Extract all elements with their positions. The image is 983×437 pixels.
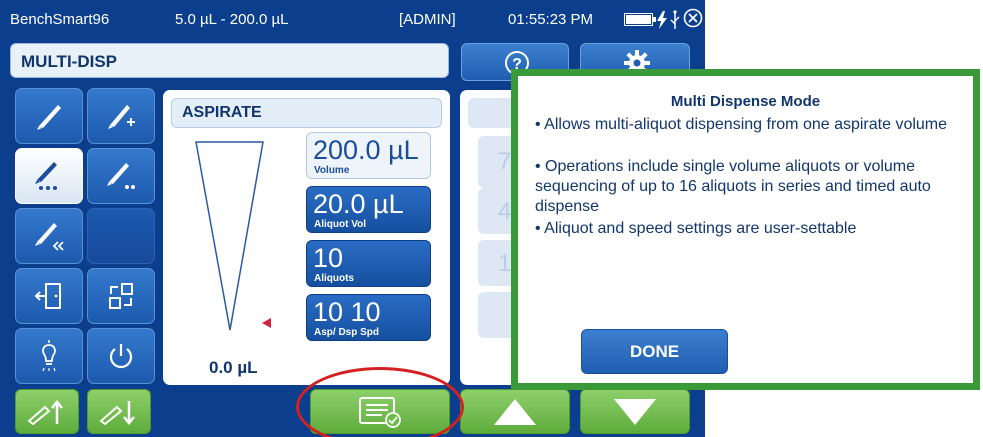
aspirate-title: ASPIRATE [182,104,262,121]
aliquot-vol-label: Aliquot Vol [314,219,367,230]
exit-door-icon [34,283,61,309]
aspirate-panel: ASPIRATE 0.0 µL 200.0 µL Volume 20.0 µL … [163,90,450,385]
aspirate-panel-header: ASPIRATE [171,98,442,128]
dialog-bullet-3: • Aliquot and speed settings are user-se… [535,220,857,237]
current-volume: 0.0 µL [209,358,258,377]
level-pointer-icon [262,318,271,328]
mode-title-bar: MULTI-DISP [10,43,449,78]
scroll-up-button[interactable] [460,389,570,434]
mode-title: MULTI-DISP [21,52,118,71]
user-role: [ADMIN] [399,11,456,28]
mode-button-reverse[interactable] [15,208,83,264]
tip-up-button[interactable] [15,389,79,434]
dialog-bullet-1: • Allows multi-aliquot dispensing from o… [535,116,948,133]
volume-level-gauge [195,141,264,331]
light-bulb-icon [42,340,56,372]
device-name: BenchSmart96 [10,11,110,28]
mode-button-pipette-plus[interactable] [87,88,155,144]
pipette-dilute-icon [107,163,135,189]
done-button[interactable]: DONE [581,329,728,374]
mode-button-dilute[interactable] [87,148,155,204]
volume-label: Volume [314,165,350,176]
tip-down-icon [99,400,135,425]
speed-label: Asp/ Dsp Spd [314,327,380,338]
pipette-multi-dispense-icon [35,162,57,190]
usb-icon [670,10,680,29]
program-transfer-button[interactable] [87,268,155,324]
tip-down-button[interactable] [87,389,151,434]
multi-dispense-info-dialog: Multi Dispense Mode • Allows multi-aliqu… [511,69,980,390]
keypad-key-7-label: 7 [498,148,512,175]
status-bar: BenchSmart96 5.0 µL - 200.0 µL [ADMIN] 0… [0,0,705,38]
aliquot-vol-field[interactable]: 20.0 µL Aliquot Vol [306,186,431,233]
pipette-aspirate-icon [37,105,61,130]
mode-button-empty [87,208,155,264]
charging-bolt-icon [657,11,667,29]
exit-button[interactable] [15,268,83,324]
speed-field[interactable]: 10 10 Asp/ Dsp Spd [306,294,431,341]
arrow-up-icon [494,398,536,425]
mode-button-multi-dispense[interactable] [15,148,83,204]
volume-field[interactable]: 200.0 µL Volume [306,132,431,179]
program-transfer-icon [109,283,133,309]
aliquots-value: 10 [313,243,344,273]
pipette-reverse-icon [35,223,64,251]
light-button[interactable] [15,328,83,384]
clock-time: 01:55:23 PM [508,11,594,28]
arrow-down-icon [614,398,656,425]
volume-value: 200.0 µL [313,135,419,165]
aliquot-vol-value: 20.0 µL [313,189,404,219]
aliquots-label: Aliquots [314,273,354,284]
close-icon[interactable] [683,8,703,28]
volume-range: 5.0 µL - 200.0 µL [175,11,289,28]
aliquots-field[interactable]: 10 Aliquots [306,240,431,287]
speed-value: 10 10 [313,297,381,327]
mode-button-pipette[interactable] [15,88,83,144]
scroll-down-button[interactable] [580,389,690,434]
battery-icon [624,13,656,26]
power-button[interactable] [87,328,155,384]
dialog-bullet-2: • Operations include single volume aliqu… [535,158,931,215]
highlight-circle-annotation [296,367,464,437]
pipette-add-icon [108,105,135,129]
tip-up-icon [27,399,63,425]
power-icon [109,344,133,369]
dialog-title: Multi Dispense Mode [670,93,821,110]
keypad-key-1-label: 1 [498,250,512,277]
keypad-key-4-label: 4 [498,198,512,225]
